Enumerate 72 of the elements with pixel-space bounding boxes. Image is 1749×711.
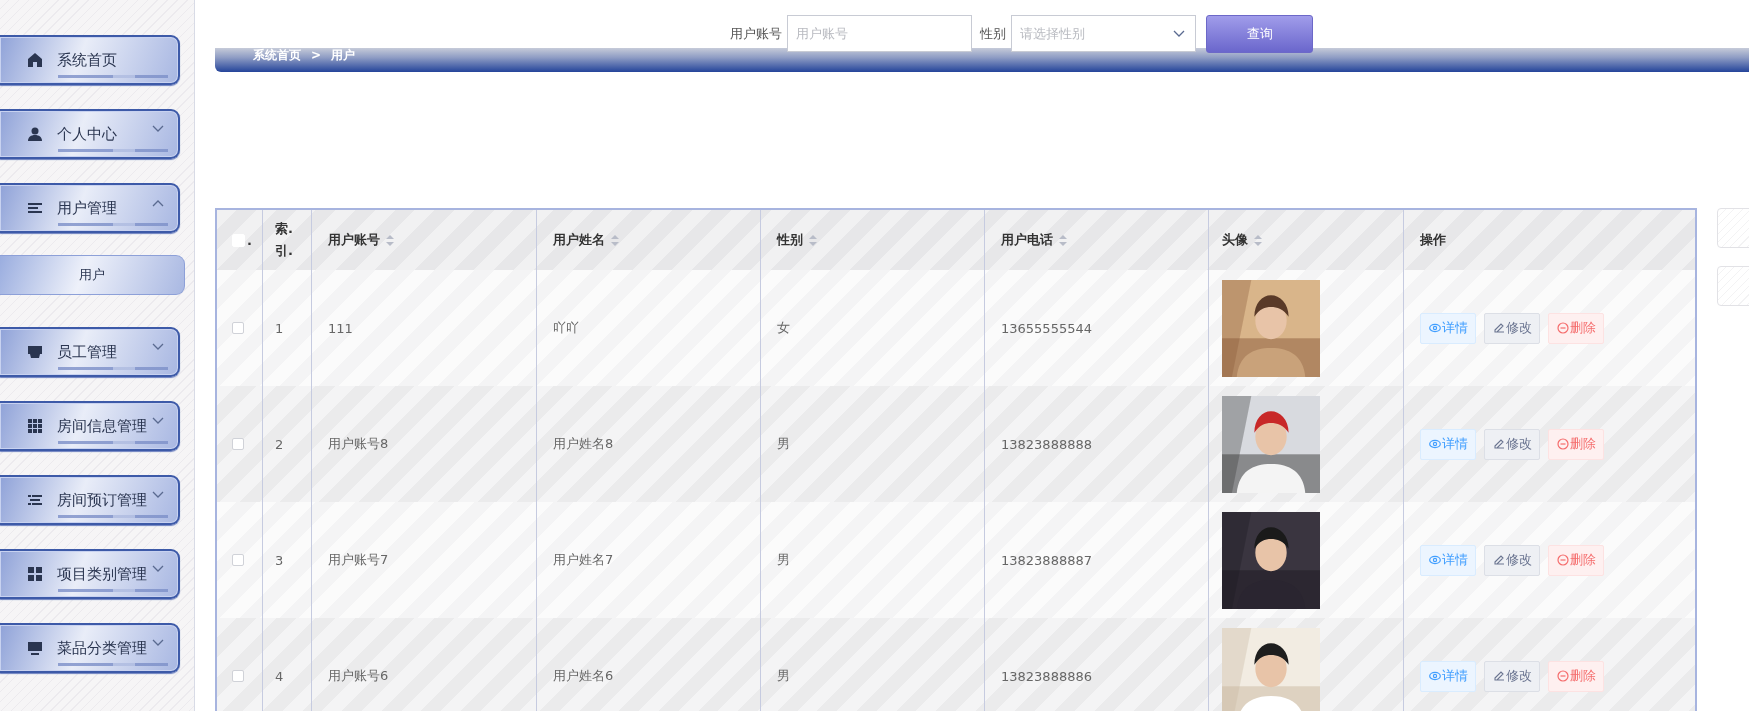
grid-icon [27,418,43,434]
table-cell: 3 [275,552,284,568]
eye-icon [1428,322,1441,334]
table-cell: 用户账号7 [328,551,389,569]
action-button[interactable]: 修改 [1484,544,1540,576]
menu-item[interactable]: 项目类别管理 [0,549,180,599]
breadcrumb-separator: > [311,48,322,62]
minus-circle-icon [1556,554,1569,566]
side-tab[interactable] [1717,266,1749,306]
search-field[interactable]: 用户账号 [787,15,972,52]
pencil-icon [1492,670,1505,682]
table-cell: 2 [275,436,284,452]
column-header[interactable]: 用户姓名 [553,231,605,249]
side-tab[interactable] [1717,208,1749,248]
tiles-icon [27,566,43,582]
field-label: 用户账号 [730,24,782,43]
table-cell: 男 [777,435,790,453]
table-cell: 13823888886 [1001,668,1092,684]
monitor-icon [27,640,43,656]
table-cell: 13655555544 [1001,320,1092,336]
table-cell: 13823888887 [1001,552,1092,568]
table-cell: 女 [777,319,790,337]
pencil-icon [1492,554,1505,566]
table-cell: 111 [328,320,353,336]
column-header[interactable]: 索.引. [275,217,300,263]
table-cell: 男 [777,667,790,685]
pencil-icon [1492,322,1505,334]
list-icon [27,200,43,216]
table-cell: 用户姓名6 [553,667,614,685]
action-button[interactable]: 修改 [1484,312,1540,344]
table-cell: 用户姓名7 [553,551,614,569]
menu-item[interactable]: 房间信息管理 [0,401,180,451]
table-cell: 男 [777,551,790,569]
column-header[interactable]: 性别 [777,231,803,249]
submenu-item[interactable]: 用户 [0,255,185,295]
action-button[interactable]: 修改 [1484,660,1540,692]
eye-icon [1428,670,1441,682]
header-text: . [247,232,252,248]
store-icon [27,344,43,360]
minus-circle-icon [1556,322,1569,334]
minus-circle-icon [1556,438,1569,450]
table-cell: 用户账号6 [328,667,389,685]
column-header[interactable]: 头像 [1222,231,1248,249]
pencil-icon [1492,438,1505,450]
user-icon [27,126,43,142]
column-header[interactable]: 用户电话 [1001,231,1053,249]
table-cell: 吖吖 [553,319,579,337]
checkbox[interactable] [232,554,244,566]
checkbox[interactable] [232,670,244,682]
table-cell: 4 [275,668,284,684]
list-icon [27,492,43,508]
menu-item[interactable]: 菜品分类管理 [0,623,180,673]
eye-icon [1428,554,1441,566]
menu-item[interactable]: 房间预订管理 [0,475,180,525]
home-icon [27,52,43,68]
menu-item[interactable]: 个人中心 [0,109,180,159]
column-header[interactable]: 操作 [1420,231,1446,249]
menu-item[interactable]: 用户管理 [0,183,180,233]
field-label: 性别 [980,24,1006,43]
table-cell: 用户姓名8 [553,435,614,453]
column-header[interactable]: 用户账号 [328,231,380,249]
action-button[interactable]: 修改 [1484,428,1540,460]
chevron-icon [1173,29,1185,38]
menu-item[interactable]: 员工管理 [0,327,180,377]
menu-item[interactable]: 系统首页 [0,35,180,85]
table-cell: 1 [275,320,284,336]
table-cell: 13823888888 [1001,436,1092,452]
checkbox[interactable] [232,438,244,450]
checkbox[interactable] [232,322,244,334]
minus-circle-icon [1556,670,1569,682]
eye-icon [1428,438,1441,450]
table-cell: 用户账号8 [328,435,389,453]
